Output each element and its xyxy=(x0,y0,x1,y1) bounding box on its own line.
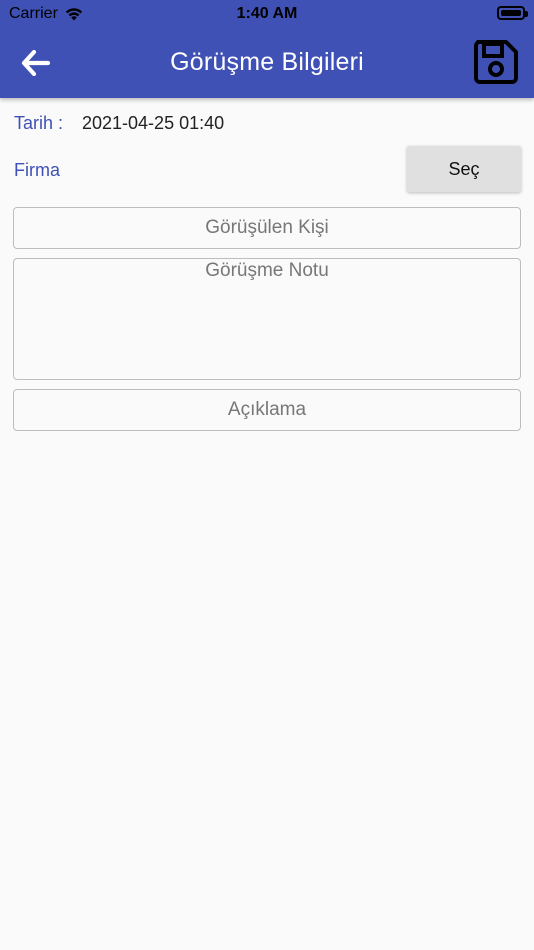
aciklama-input[interactable]: Açıklama xyxy=(13,389,521,431)
gorusme-notu-placeholder: Görüşme Notu xyxy=(205,260,329,281)
status-bar: Carrier 1:40 AM xyxy=(0,0,534,28)
firma-label: Firma xyxy=(14,159,60,180)
aciklama-placeholder: Açıklama xyxy=(227,399,307,420)
tarih-value: 2021-04-25 01:40 xyxy=(82,112,225,133)
firma-row: Firma Seç xyxy=(14,146,521,194)
gorusme-notu-textarea[interactable]: Görüşme Notu xyxy=(13,258,521,380)
tarih-label: Tarih : xyxy=(14,112,64,133)
save-button[interactable] xyxy=(472,38,520,86)
tarih-row: Tarih : 2021-04-25 01:40 xyxy=(14,110,521,136)
sec-button[interactable]: Seç xyxy=(407,146,521,192)
gorusulen-kisi-placeholder: Görüşülen Kişi xyxy=(205,217,329,238)
battery-icon xyxy=(497,6,528,20)
gorusulen-kisi-input[interactable]: Görüşülen Kişi xyxy=(13,207,521,249)
page-title: Görüşme Bilgileri xyxy=(170,48,364,76)
floppy-disk-icon xyxy=(474,40,518,84)
app-bar: Görüşme Bilgileri xyxy=(0,28,534,98)
status-time: 1:40 AM xyxy=(236,5,298,22)
app-header: Carrier 1:40 AM Görüşme Bilgileri xyxy=(0,0,534,98)
